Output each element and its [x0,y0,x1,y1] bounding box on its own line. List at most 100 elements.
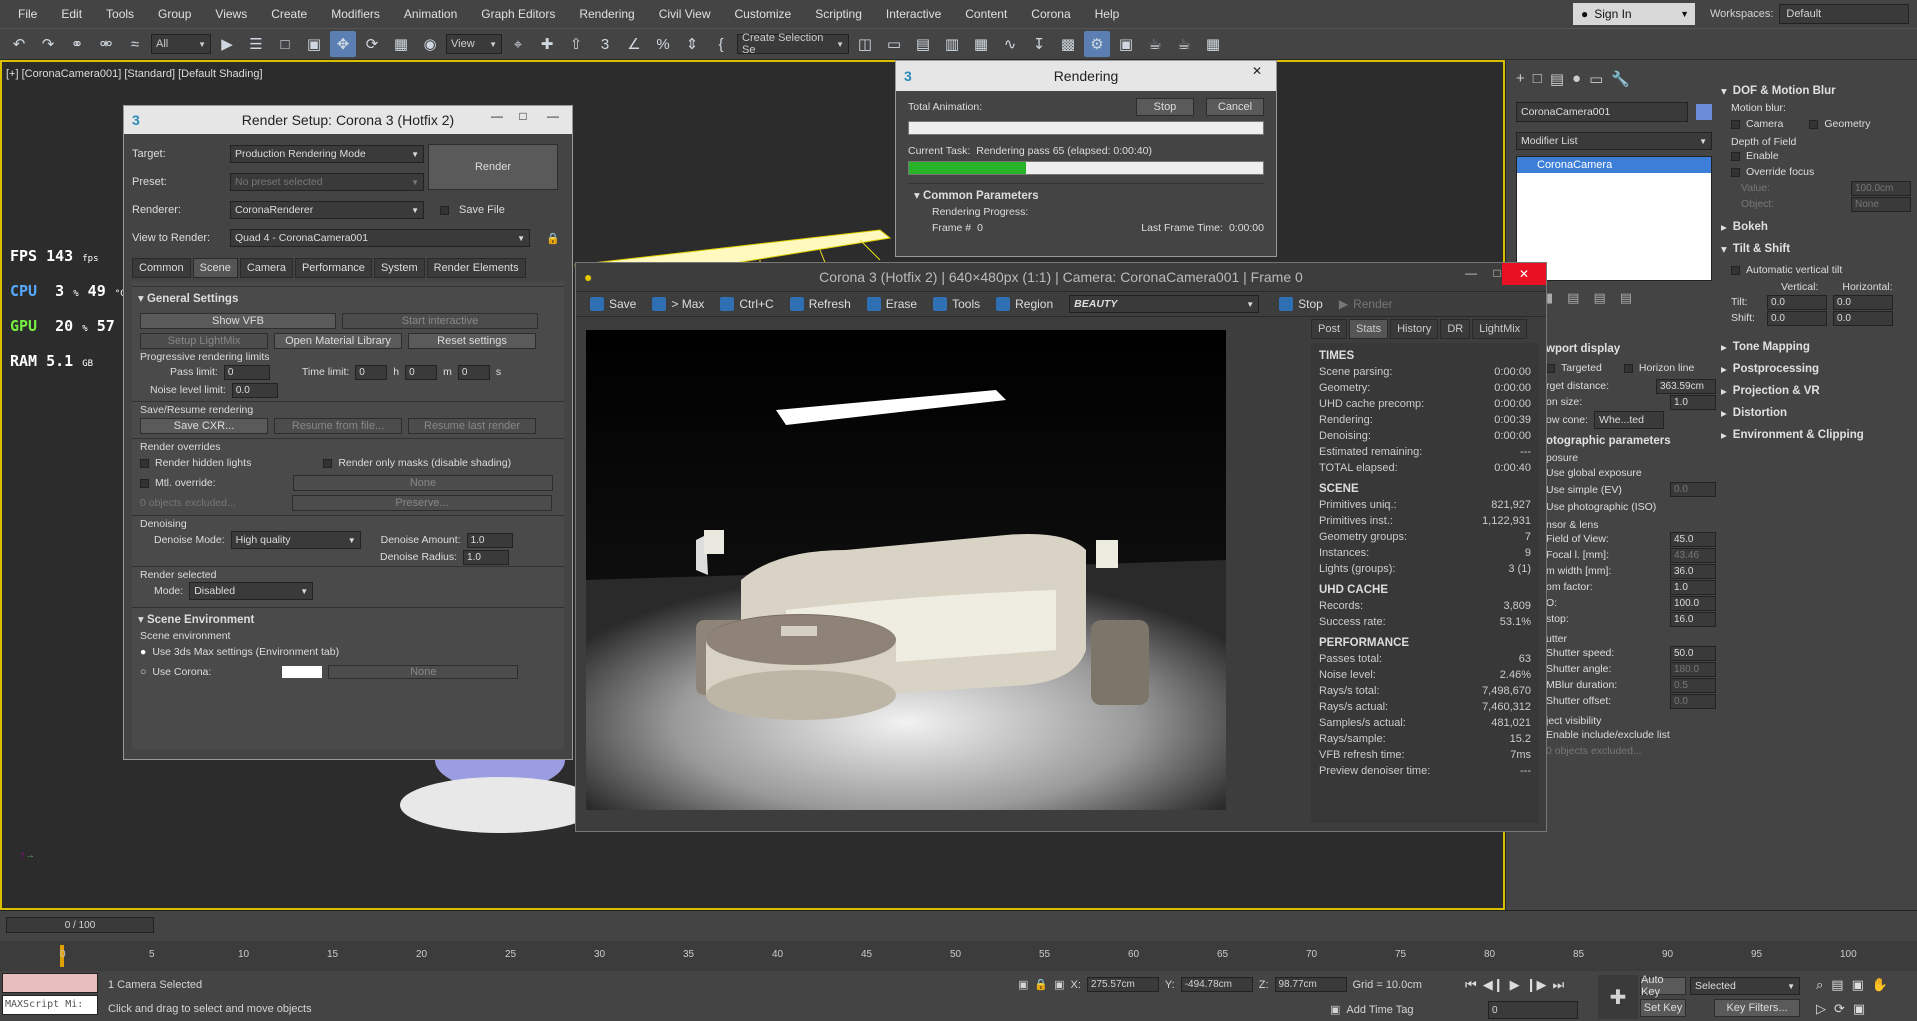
rendered-frame-icon[interactable]: ▣ [1113,31,1139,57]
window-crossing-icon[interactable]: ▣ [301,31,327,57]
menu-tools[interactable]: Tools [94,0,146,28]
photographic-params-rollout[interactable]: otographic parameters [1546,430,1716,452]
hierarchy-tab-icon[interactable]: ▤ [1550,70,1564,88]
motion-tab-icon[interactable]: ● [1572,70,1581,88]
fov-icon[interactable]: ▷ [1816,1001,1826,1017]
zoom-extents-icon[interactable]: ▣ [1852,977,1864,993]
selection-lock-icon[interactable]: 🔒 [1034,978,1048,991]
view-cone-dropdown[interactable]: Whe...ted [1594,411,1665,429]
select-object-icon[interactable]: ▶ [214,31,240,57]
align-icon[interactable]: ▭ [881,31,907,57]
film-width-spinner[interactable]: 36.0 [1670,563,1716,579]
select-manipulate-icon[interactable]: ✚ [534,31,560,57]
resume-file-button[interactable]: Resume from file... [274,418,402,434]
utilities-tab-icon[interactable]: 🔧 [1611,70,1630,88]
use-simple-ev-radio[interactable]: Use simple (EV) [1546,484,1622,496]
fstop-spinner[interactable]: 16.0 [1670,611,1716,627]
place-icon[interactable]: ◉ [417,31,443,57]
rotate-icon[interactable]: ⟳ [359,31,385,57]
bind-spacewarp-icon[interactable]: ≈ [122,31,148,57]
fov-spinner[interactable]: 45.0 [1670,531,1716,547]
tilt-horizontal-spinner[interactable]: 0.0 [1833,294,1893,310]
scene-environment-rollout[interactable]: ▾ Scene Environment [132,607,564,630]
setup-lightmix-button[interactable]: Setup LightMix [140,333,268,349]
dof-motion-rollout[interactable]: ▾ DOF & Motion Blur [1721,80,1911,102]
focal-spinner[interactable]: 43.46 [1670,547,1716,563]
use-corona-radio[interactable]: Use Corona: [152,666,276,678]
radio-icon[interactable]: ○ [140,666,146,678]
objects-excluded-button[interactable]: 0 objects excluded... [140,497,276,509]
y-coord-field[interactable]: -494.78cm [1180,977,1253,992]
tab-render-elements[interactable]: Render Elements [426,258,526,278]
tab-common[interactable]: Common [132,258,191,278]
vfb-render-button[interactable]: ▶ Render [1333,297,1399,311]
key-filters-button[interactable]: Key Filters... [1714,999,1800,1017]
pin-stack-icon[interactable]: ▮ [1546,290,1553,306]
vfb-region-button[interactable]: Region [990,297,1059,311]
menu-corona[interactable]: Corona [1019,0,1082,28]
prev-frame-icon[interactable]: ◀❙ [1483,977,1504,993]
corona-env-map-button[interactable]: None [328,665,519,679]
rollout-postprocessing[interactable]: ▸ Postprocessing [1721,358,1911,380]
menu-group[interactable]: Group [146,0,203,28]
preset-dropdown[interactable]: No preset selected ▼ [230,173,424,191]
shift-vertical-spinner[interactable]: 0.0 [1767,310,1827,326]
rollout-projection-vr[interactable]: ▸ Projection & VR [1721,380,1911,402]
target-distance-spinner[interactable]: 363.59cm [1656,378,1716,394]
vfb-tab-post[interactable]: Post [1311,319,1348,339]
time-slider[interactable]: 0 / 100 [6,917,154,933]
scene-explorer-icon[interactable]: ▦ [968,31,994,57]
maxscript-listener-pink[interactable] [2,973,98,993]
vfb-max-button[interactable]: > Max [646,297,710,311]
time-hours-spinner[interactable]: 0 [355,364,388,380]
toggle-ribbon-icon[interactable]: ▥ [939,31,965,57]
z-coord-field[interactable]: 98.77cm [1274,977,1347,992]
start-interactive-button[interactable]: Start interactive [342,313,538,329]
menu-animation[interactable]: Animation [392,0,469,28]
zoom-all-icon[interactable]: ▤ [1831,977,1843,993]
key-mode-dropdown[interactable]: Selected ▼ [1690,977,1800,995]
mblur-camera-checkbox[interactable] [1731,119,1740,129]
vfb-tools-button[interactable]: Tools [927,297,986,311]
focus-object-picker[interactable]: None [1851,196,1911,212]
maxscript-input[interactable]: MAXScript Mi: [2,995,98,1015]
time-seconds-spinner[interactable]: 0 [457,364,490,380]
rollout-environment-clipping[interactable]: ▸ Environment & Clipping [1721,424,1911,446]
percent-snap-icon[interactable]: % [650,31,676,57]
absolute-mode-icon[interactable]: ▣ [1054,978,1064,991]
maximize-viewport-icon[interactable]: ▣ [1853,1001,1865,1017]
pass-limit-spinner[interactable]: 0 [223,364,270,380]
menu-civil-view[interactable]: Civil View [647,0,723,28]
iso-spinner[interactable]: 100.0 [1670,595,1716,611]
move-icon[interactable]: ✥ [330,31,356,57]
denoise-mode-dropdown[interactable]: High quality ▼ [230,531,361,549]
vfb-tab-stats[interactable]: Stats [1349,319,1389,339]
time-minutes-spinner[interactable]: 0 [405,364,438,380]
go-to-start-icon[interactable]: ⏮ [1465,977,1477,993]
common-params-rollout[interactable]: ▾ Common Parameters [908,183,1264,206]
layer-explorer-icon[interactable]: ▤ [910,31,936,57]
angle-snap-icon[interactable]: ∠ [621,31,647,57]
mblur-geometry-checkbox[interactable] [1809,119,1819,129]
maximize-icon[interactable]: □ [508,106,538,126]
next-frame-icon[interactable]: ❙▶ [1526,977,1547,993]
zoom-icon[interactable]: ⌕ [1816,977,1823,993]
resume-last-button[interactable]: Resume last render [408,418,536,434]
redo-icon[interactable]: ↷ [35,31,61,57]
create-tab-icon[interactable]: + [1516,70,1525,88]
icon-size-spinner[interactable]: 1.0 [1670,394,1716,410]
menu-edit[interactable]: Edit [49,0,94,28]
cancel-button[interactable]: Cancel [1206,98,1264,116]
renderer-dropdown[interactable]: CoronaRenderer ▼ [230,201,424,219]
shift-horizontal-spinner[interactable]: 0.0 [1833,310,1893,326]
orbit-icon[interactable]: ⟳ [1834,1001,1845,1017]
shutter-speed-spinner[interactable]: 50.0 [1670,645,1716,661]
tab-system[interactable]: System [373,258,425,278]
bokeh-rollout[interactable]: ▸ Bokeh [1721,216,1911,238]
preserve-button[interactable]: Preserve... [292,495,552,511]
vfb-tab-history[interactable]: History [1390,319,1439,339]
select-by-name-icon[interactable]: ☰ [243,31,269,57]
save-file-checkbox[interactable] [440,205,449,215]
menu-scripting[interactable]: Scripting [803,0,874,28]
show-vfb-button[interactable]: Show VFB [140,313,336,329]
